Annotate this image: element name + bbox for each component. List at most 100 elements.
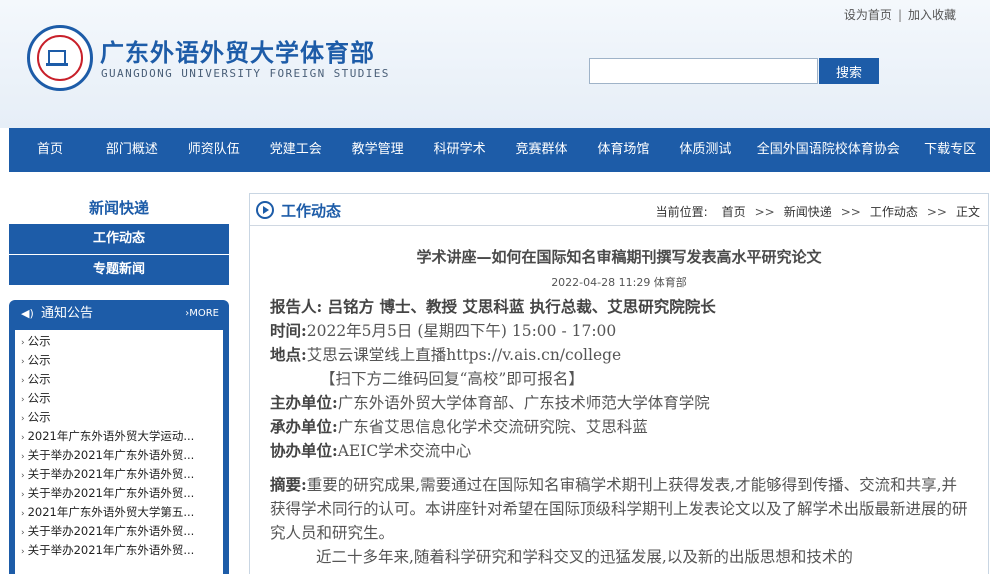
site-header: 广东外语外贸大学体育部 GUANGDONG UNIVERSITY FOREIGN… (0, 0, 990, 128)
abstract-label: 摘要: (270, 475, 307, 494)
breadcrumb-separator: >> (754, 205, 775, 219)
list-item-label: 关于举办2021年广东外语外贸... (27, 524, 195, 538)
list-item-label: 公示 (27, 334, 51, 348)
list-item-label: 2021年广东外语外贸大学运动... (27, 429, 195, 443)
place-label: 地点: (270, 345, 307, 364)
list-item-label: 关于举办2021年广东外语外贸... (27, 486, 195, 500)
time-label: 时间: (270, 321, 307, 340)
play-circle-icon (256, 201, 274, 219)
list-item-label: 关于举办2021年广东外语外贸... (27, 543, 195, 557)
site-title[interactable]: 广东外语外贸大学体育部 (100, 33, 375, 68)
top-links: 设为首页 | 加入收藏 (844, 6, 956, 23)
list-item[interactable]: › 关于举办2021年广东外语外贸... (15, 446, 223, 465)
sidebar-title: 新闻快递 (88, 199, 149, 217)
sidebar: 新闻快递 工作动态 专题新闻 (9, 193, 229, 285)
article-title: 学术讲座—如何在国际知名审稿期刊撰写发表高水平研究论文 (416, 248, 822, 266)
nav-item-research[interactable]: 科研学术 (419, 128, 501, 172)
list-item[interactable]: › 公示 (15, 351, 223, 370)
main-header: 工作动态 当前位置: 首页 >> 新闻快递 >> 工作动态 >> 正文 (250, 194, 988, 226)
organizer-line: 承办单位:广东省艾思信息化学术交流研究院、艾思科蓝 (270, 415, 970, 439)
breadcrumb-separator: >> (840, 205, 861, 219)
list-item[interactable]: › 2021年广东外语外贸大学运动... (15, 427, 223, 446)
host-label: 主办单位: (270, 393, 338, 412)
list-item[interactable]: › 2021年广东外语外贸大学第五... (15, 503, 223, 522)
university-logo-icon[interactable] (27, 25, 93, 91)
nav-item-downloads[interactable]: 下载专区 (910, 128, 990, 172)
list-item-label: 公示 (27, 410, 51, 424)
bullet-arrow-icon: › (21, 395, 25, 405)
site-subtitle: GUANGDONG UNIVERSITY FOREIGN STUDIES (101, 67, 390, 80)
nav-item-home[interactable]: 首页 (9, 128, 91, 172)
list-item[interactable]: › 关于举办2021年广东外语外贸... (15, 541, 223, 560)
notice-header: ◀) 通知公告 ›MORE (9, 300, 229, 328)
time-line: 时间:2022年5月5日 (星期四下午) 15:00 - 17:00 (270, 319, 970, 343)
organizer-value: 广东省艾思信息化学术交流研究院、艾思科蓝 (337, 418, 648, 436)
list-item-label: 关于举办2021年广东外语外贸... (27, 467, 195, 481)
breadcrumb-current: 正文 (955, 205, 980, 219)
notice-list: › 公示 › 公示 › 公示 › 公示 › 公示 › 2021年广东外语外贸大学运动... … (15, 330, 223, 574)
organizer-label: 承办单位: (270, 417, 338, 436)
search-input[interactable] (589, 58, 818, 84)
sidebar-item-special-news[interactable]: 专题新闻 (9, 255, 229, 285)
list-item-label: 公示 (27, 372, 51, 386)
nav-item-overview[interactable]: 部门概述 (91, 128, 173, 172)
abstract-value: 重要的研究成果,需要通过在国际知名审稿学术期刊上获得发表,才能够得到传播、交流和… (270, 476, 968, 542)
bullet-arrow-icon: › (21, 547, 25, 557)
list-item[interactable]: › 公示 (15, 332, 223, 351)
bullet-arrow-icon: › (21, 414, 25, 424)
breadcrumb-home[interactable]: 首页 (722, 205, 746, 219)
host-value: 广东外语外贸大学体育部、广东技术师范大学体育学院 (337, 394, 710, 412)
set-homepage-link[interactable]: 设为首页 (844, 8, 892, 22)
place-note: 【扫下方二维码回复“高校”即可报名】 (320, 370, 584, 388)
list-item[interactable]: › 关于举办2021年广东外语外贸... (15, 522, 223, 541)
bullet-arrow-icon: › (21, 490, 25, 500)
list-item[interactable]: › 公示 (15, 370, 223, 389)
nav-item-teaching[interactable]: 教学管理 (337, 128, 419, 172)
list-item[interactable]: › 关于举办2021年广东外语外贸... (15, 465, 223, 484)
speaker-line: 报告人: 吕铭方 博士、教授 艾思科蓝 执行总裁、艾思研究院院长 (270, 297, 716, 316)
nav-item-party[interactable]: 党建工会 (255, 128, 337, 172)
nav-item-venues[interactable]: 体育场馆 (582, 128, 664, 172)
list-item-label: 关于举办2021年广东外语外贸... (27, 448, 195, 462)
logo-book-icon (46, 48, 68, 66)
section-title: 工作动态 (281, 202, 342, 220)
bullet-arrow-icon: › (21, 509, 25, 519)
nav-item-association[interactable]: 全国外国语院校体育协会 (746, 128, 910, 172)
top-links-divider: | (897, 8, 902, 22)
search-button[interactable]: 搜索 (819, 58, 879, 84)
breadcrumb-news[interactable]: 新闻快递 (784, 205, 832, 219)
more-link[interactable]: ›MORE (185, 300, 219, 328)
nav-item-competition[interactable]: 竞赛群体 (501, 128, 583, 172)
notice-title: 通知公告 (41, 306, 94, 321)
article-meta: 2022-04-28 11:29 体育部 (551, 276, 687, 289)
main-nav: 首页 部门概述 师资队伍 党建工会 教学管理 科研学术 竞赛群体 体育场馆 体质… (9, 128, 990, 172)
sidebar-item-work-news[interactable]: 工作动态 (9, 224, 229, 254)
bullet-arrow-icon: › (21, 338, 25, 348)
nav-item-faculty[interactable]: 师资队伍 (173, 128, 255, 172)
bullet-arrow-icon: › (21, 357, 25, 367)
list-item-label: 2021年广东外语外贸大学第五... (27, 505, 195, 519)
host-line: 主办单位:广东外语外贸大学体育部、广东技术师范大学体育学院 (270, 391, 970, 415)
list-item-label: 公示 (27, 391, 51, 405)
breadcrumb-label: 当前位置: (655, 205, 708, 219)
bullet-arrow-icon: › (21, 528, 25, 538)
list-item[interactable]: › 公示 (15, 408, 223, 427)
list-item[interactable]: › 公示 (15, 389, 223, 408)
list-item[interactable]: › 关于举办2021年广东外语外贸... (15, 484, 223, 503)
bullet-arrow-icon: › (21, 376, 25, 386)
nav-item-fitness-test[interactable]: 体质测试 (664, 128, 746, 172)
bullet-arrow-icon: › (21, 433, 25, 443)
time-value: 2022年5月5日 (星期四下午) 15:00 - 17:00 (306, 322, 617, 340)
speaker-icon: ◀) (21, 307, 34, 320)
bullet-arrow-icon: › (21, 452, 25, 462)
more-label: MORE (189, 308, 219, 319)
body-paragraph: 近二十多年来,随着科学研究和学科交叉的迅猛发展,以及新的出版思想和技术的 (316, 548, 853, 566)
place-line: 地点:艾思云课堂线上直播https://v.ais.cn/college (270, 343, 970, 367)
notice-panel: ◀) 通知公告 ›MORE › 公示 › 公示 › 公示 › 公示 › 公示 › 2021年… (9, 300, 229, 574)
co-organizer-line: 协办单位:AEIC学术交流中心 (270, 439, 970, 463)
co-organizer-value: AEIC学术交流中心 (337, 442, 472, 460)
add-favorite-link[interactable]: 加入收藏 (908, 8, 956, 22)
list-item-label: 公示 (27, 353, 51, 367)
bullet-arrow-icon: › (21, 471, 25, 481)
breadcrumb-work-news[interactable]: 工作动态 (870, 205, 918, 219)
